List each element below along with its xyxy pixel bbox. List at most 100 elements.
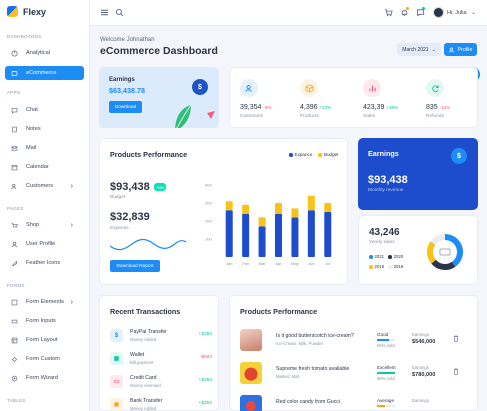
sidebar-item-mail[interactable]: Mail	[5, 141, 84, 155]
monthly-earnings-card: Earnings $ $93,438 Monthly revenue	[358, 138, 478, 210]
transaction-name: Credit Card	[130, 375, 157, 381]
expense-sparkline	[110, 238, 186, 251]
month-select-label: March 2021	[402, 46, 429, 53]
sidebar-item-label: Form Inputs	[26, 318, 56, 324]
sidebar-item-user-profile[interactable]: User Profile	[5, 237, 84, 251]
x-tick-label: Mar	[259, 261, 267, 266]
bar-expance-feb[interactable]	[242, 213, 250, 257]
leaf-illustration-icon	[175, 104, 215, 128]
transaction-amount: -$560	[199, 355, 212, 360]
bar-budget-mar[interactable]	[258, 217, 266, 227]
transaction-item[interactable]: ▣ Wallet Bill payment -$560	[110, 350, 212, 370]
page-title: eCommerce Dashboard	[100, 45, 218, 57]
stat-change: +38%	[386, 105, 399, 110]
feather-icon	[11, 260, 18, 266]
sidebar-item-form-custom[interactable]: Form Custom	[5, 352, 84, 366]
bar-budget-jul[interactable]	[324, 203, 332, 212]
sidebar-item-chat[interactable]: Chat	[5, 103, 84, 117]
trash-icon[interactable]	[453, 368, 459, 375]
budget-value: $93,438	[110, 181, 150, 193]
bar-budget-may[interactable]	[291, 208, 299, 218]
profile-button[interactable]: Profile	[444, 43, 477, 56]
bar-budget-jan[interactable]	[225, 201, 233, 211]
bar-expance-jan[interactable]	[225, 210, 233, 257]
search-icon[interactable]	[115, 8, 124, 17]
month-select[interactable]: March 2021 ⌄	[397, 43, 441, 56]
product-sold-bar	[377, 339, 395, 341]
bar-expance-apr[interactable]	[275, 213, 282, 257]
download-report-button[interactable]: Download Report	[110, 260, 160, 272]
product-row[interactable]: Red color candy from Gucci Average Earni…	[240, 395, 470, 411]
sidebar-item-label: Form Elements	[26, 299, 64, 305]
product-row[interactable]: Is it good butterscotch ice-cream? Ice-C…	[240, 329, 470, 357]
download-button[interactable]: Download	[109, 101, 142, 113]
user-avatar[interactable]	[433, 7, 444, 18]
transaction-sub: Money Added	[130, 406, 157, 411]
y-tick-label: 300	[205, 201, 212, 206]
sidebar-item-analytical[interactable]: Analytical	[5, 46, 84, 60]
sidebar-item-label: Notes	[26, 126, 41, 132]
card-title: Products Performance	[110, 150, 188, 159]
sidebar-item-customers[interactable]: Customers ›	[5, 179, 84, 193]
cart-icon[interactable]	[384, 8, 393, 17]
transaction-sub: Money reversed	[130, 383, 161, 388]
sidebar-item-form-elements[interactable]: Form Elements ›	[5, 295, 84, 309]
sidebar-item-label: Customers	[26, 183, 54, 189]
bar-budget-apr[interactable]	[275, 203, 282, 214]
sidebar-item-calendar[interactable]: Calendar	[5, 160, 84, 174]
chevron-right-icon: ›	[70, 221, 73, 229]
brand-name: Flexy	[23, 6, 47, 17]
bar-budget-feb[interactable]	[242, 204, 250, 214]
y-tick-label: 100	[205, 237, 212, 242]
sidebar-item-shop[interactable]: Shop ›	[5, 218, 84, 232]
sidebar-item-feather-icons[interactable]: Feather Icons	[5, 256, 84, 270]
product-name: Is it good butterscotch ice-cream?	[276, 333, 354, 339]
sidebar-item-form-inputs[interactable]: Form Inputs	[5, 314, 84, 328]
transaction-item[interactable]: $ PayPal Transfer Money Added +$350	[110, 327, 212, 347]
transaction-item[interactable]: ◼ Bank Transfer Money Added +$350	[110, 396, 212, 411]
sidebar-section-tables: TABLES	[7, 398, 26, 403]
bar-expance-mar[interactable]	[258, 226, 266, 257]
sidebar-item-label: Feather Icons	[26, 260, 61, 266]
stat-label: Sales	[363, 114, 375, 119]
notes-icon	[12, 126, 17, 132]
product-quality: Excellent	[377, 365, 396, 370]
expense-label: Expense	[110, 226, 129, 231]
user-greeting[interactable]: Hi, Julia	[447, 10, 467, 16]
product-row[interactable]: Supreme fresh tomato available Market, M…	[240, 362, 470, 390]
chevron-down-icon: ⌄	[431, 46, 436, 53]
trash-icon[interactable]	[453, 335, 459, 342]
bar-expance-jun[interactable]	[307, 210, 315, 257]
legend-item: 2021	[369, 254, 384, 259]
sidebar: Flexy DASHBOARDS Analytical eCommerce AP…	[0, 0, 90, 411]
stats-card: 39,354 -9% Customers 4,396 +23% Products 4…	[229, 67, 478, 128]
sidebar-item-notes[interactable]: Notes	[5, 122, 84, 136]
sidebar-item-label: eCommerce	[26, 70, 57, 76]
brand-logo[interactable]: Flexy	[7, 6, 46, 17]
stat-value: 423,39 +38%	[363, 104, 399, 111]
sidebar-item-label: Chat	[26, 107, 38, 113]
wizard-icon	[11, 375, 18, 381]
box-icon	[304, 83, 314, 93]
product-image	[240, 329, 262, 351]
products-performance-card: Products Performance Expance Budget $93,…	[99, 138, 348, 285]
transaction-item[interactable]: ▭ Credit Card Money reversed +$350	[110, 373, 212, 393]
chevron-down-icon[interactable]: ⌄	[471, 9, 476, 16]
wallet-icon: ▣	[110, 352, 123, 365]
sidebar-item-ecommerce[interactable]: eCommerce	[5, 66, 84, 80]
analytics-icon	[11, 49, 18, 57]
bar-expance-may[interactable]	[291, 217, 299, 257]
legend-item: 2019	[369, 264, 384, 269]
chevron-right-icon: ›	[70, 298, 73, 306]
product-sold-bar	[377, 372, 395, 374]
menu-icon[interactable]	[100, 8, 109, 17]
stat-value: 39,354 -9%	[240, 104, 272, 111]
sidebar-item-label: User Profile	[26, 241, 56, 247]
bar-budget-jun[interactable]	[307, 195, 315, 211]
sidebar-item-form-wizard[interactable]: Form Wizard	[5, 371, 84, 385]
sidebar-item-form-layout[interactable]: Form Layout	[5, 333, 84, 347]
credit-card-icon: ▭	[110, 375, 123, 388]
yearly-sales-label: Yearly sales	[369, 240, 395, 245]
stat-customers: 39,354 -9% Customers	[230, 68, 292, 129]
bar-expance-jul[interactable]	[324, 212, 332, 257]
